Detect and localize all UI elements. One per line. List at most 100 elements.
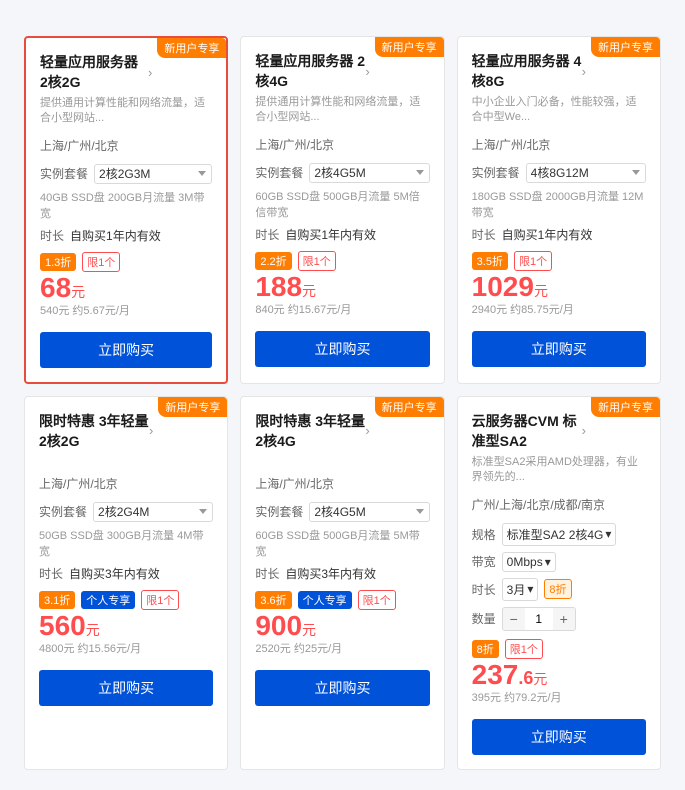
- price-value: 188: [255, 273, 302, 301]
- instance-select[interactable]: 2核2G4M: [93, 502, 213, 522]
- spec-select[interactable]: 标准型SA2 2核4G ▾: [502, 523, 617, 546]
- card-arrow-icon[interactable]: ›: [365, 64, 369, 79]
- duration-select[interactable]: 3月 ▾: [502, 578, 539, 601]
- card-arrow-icon[interactable]: ›: [148, 65, 152, 80]
- product-card-1: 新用户专享 轻量应用服务器 2核2G › 提供通用计算性能和网络流量，适合小型网…: [24, 36, 228, 384]
- time-discount-badge: 8折: [544, 579, 571, 599]
- duration-row: 时长 自购买1年内有效: [40, 227, 212, 244]
- duration-row: 时长 自购买1年内有效: [255, 226, 429, 243]
- card-arrow-icon[interactable]: ›: [149, 423, 153, 438]
- dur-chevron-icon: ▾: [527, 582, 533, 596]
- discount-badge: 1.3折: [40, 253, 76, 271]
- price-value: 560: [39, 612, 86, 640]
- card-title: 轻量应用服务器 2核4G: [255, 51, 365, 91]
- discount-badge: 3.6折: [255, 591, 291, 609]
- price-original: 2940元 约85.75元/月: [472, 301, 646, 317]
- price-unit: 元: [534, 281, 548, 301]
- bandwidth-select[interactable]: 0Mbps ▾: [502, 552, 556, 572]
- buy-button[interactable]: 立即购买: [472, 331, 646, 367]
- card-arrow-icon[interactable]: ›: [365, 423, 369, 438]
- price-row: 8折限1个: [472, 639, 646, 659]
- spec-row: 规格 标准型SA2 2核4G ▾: [472, 523, 646, 546]
- price-value: 68: [40, 274, 71, 302]
- price-original: 840元 约15.67元/月: [255, 301, 429, 317]
- price-original: 395元 约79.2元/月: [472, 689, 646, 705]
- limit-badge: 限1个: [82, 252, 120, 272]
- price-unit: 元: [302, 281, 316, 301]
- stepper-minus-button[interactable]: −: [503, 608, 525, 630]
- duration-label: 时长: [472, 581, 496, 598]
- card-title: 轻量应用服务器 4核8G: [472, 51, 582, 91]
- buy-button[interactable]: 立即购买: [40, 332, 212, 368]
- new-user-badge: 新用户专享: [157, 38, 226, 58]
- instance-select[interactable]: 2核4G5M: [309, 163, 429, 183]
- limit-badge: 限1个: [358, 590, 396, 610]
- price-value: 1029: [472, 273, 534, 301]
- card-desc: 中小企业入门必备，性能较强，适合中型We...: [472, 95, 646, 126]
- duration-row: 时长 自购买1年内有效: [472, 226, 646, 243]
- product-card-2: 新用户专享 轻量应用服务器 2核4G › 提供通用计算性能和网络流量，适合小型网…: [240, 36, 444, 384]
- product-card-5: 新用户专享 限时特惠 3年轻量2核4G › 上海/广州/北京 实例套餐 2核4G…: [240, 396, 444, 770]
- card-desc: 提供通用计算性能和网络流量，适合小型网站...: [255, 95, 429, 126]
- buy-button[interactable]: 立即购买: [39, 670, 213, 706]
- new-user-badge: 新用户专享: [375, 397, 444, 417]
- instance-label: 实例套餐: [40, 165, 88, 182]
- buy-button[interactable]: 立即购买: [255, 670, 429, 706]
- duration-label: 时长: [40, 227, 64, 244]
- card-desc: 标准型SA2采用AMD处理器，有业界领先的...: [472, 455, 646, 486]
- instance-row: 实例套餐 2核2G3M: [40, 164, 212, 184]
- duration-value: 自购买3年内有效: [69, 565, 160, 582]
- price-row: 3.6折个人专享限1个: [255, 590, 429, 610]
- price-value: 237.6: [472, 661, 534, 689]
- quantity-input[interactable]: [525, 612, 553, 626]
- card-desc: 提供通用计算性能和网络流量，适合小型网站...: [40, 96, 212, 127]
- config-detail: 40GB SSD盘 200GB月流量 3M带宽: [40, 190, 212, 223]
- duration-value: 自购买1年内有效: [502, 226, 593, 243]
- price-main-row: 68 元: [40, 274, 212, 302]
- config-detail: 60GB SSD盘 500GB月流量 5M带宽: [255, 528, 429, 561]
- new-user-badge: 新用户专享: [375, 37, 444, 57]
- personal-badge: 个人专享: [81, 591, 135, 609]
- personal-badge: 个人专享: [298, 591, 352, 609]
- instance-select[interactable]: 4核8G12M: [526, 163, 646, 183]
- duration-value: 3月: [507, 581, 526, 598]
- duration-row: 时长 自购买3年内有效: [39, 565, 213, 582]
- card-title-row: 云服务器CVM 标准型SA2 ›: [472, 411, 586, 451]
- new-user-badge: 新用户专享: [591, 397, 660, 417]
- quantity-stepper[interactable]: − +: [502, 607, 576, 631]
- price-original: 2520元 约25元/月: [255, 640, 429, 656]
- spec-label: 规格: [472, 526, 496, 543]
- card-arrow-icon[interactable]: ›: [582, 64, 586, 79]
- instance-row: 实例套餐 2核4G5M: [255, 502, 429, 522]
- card-region: 上海/广州/北京: [40, 137, 212, 154]
- price-main-row: 188 元: [255, 273, 429, 301]
- stepper-plus-button[interactable]: +: [553, 608, 575, 630]
- bw-chevron-icon: ▾: [545, 555, 551, 569]
- price-row: 2.2折限1个: [255, 251, 429, 271]
- limit-badge: 限1个: [514, 251, 552, 271]
- duration-label: 时长: [39, 565, 63, 582]
- card-title: 轻量应用服务器 2核2G: [40, 52, 148, 92]
- duration-value: 自购买3年内有效: [285, 565, 376, 582]
- price-original: 540元 约5.67元/月: [40, 302, 212, 318]
- card-title-row: 轻量应用服务器 2核4G ›: [255, 51, 369, 91]
- config-detail: 60GB SSD盘 500GB月流量 5M倍信带宽: [255, 189, 429, 222]
- card-region: 上海/广州/北京: [255, 136, 429, 153]
- product-card-4: 新用户专享 限时特惠 3年轻量2核2G › 上海/广州/北京 实例套餐 2核2G…: [24, 396, 228, 770]
- instance-label: 实例套餐: [255, 164, 303, 181]
- spec-value: 标准型SA2 2核4G: [507, 526, 604, 543]
- product-card-3: 新用户专享 轻量应用服务器 4核8G › 中小企业入门必备，性能较强，适合中型W…: [457, 36, 661, 384]
- instance-select[interactable]: 2核4G5M: [309, 502, 429, 522]
- buy-button[interactable]: 立即购买: [255, 331, 429, 367]
- instance-row: 实例套餐 2核2G4M: [39, 502, 213, 522]
- discount-badge: 2.2折: [255, 252, 291, 270]
- price-row: 1.3折限1个: [40, 252, 212, 272]
- card-title-row: 限时特惠 3年轻量2核4G ›: [255, 411, 369, 451]
- discount-badge: 3.1折: [39, 591, 75, 609]
- card-arrow-icon[interactable]: ›: [582, 423, 586, 438]
- card-title: 限时特惠 3年轻量2核2G: [39, 411, 149, 451]
- instance-select[interactable]: 2核2G3M: [94, 164, 212, 184]
- buy-button[interactable]: 立即购买: [472, 719, 646, 755]
- price-unit: 元: [533, 669, 547, 689]
- price-row: 3.1折个人专享限1个: [39, 590, 213, 610]
